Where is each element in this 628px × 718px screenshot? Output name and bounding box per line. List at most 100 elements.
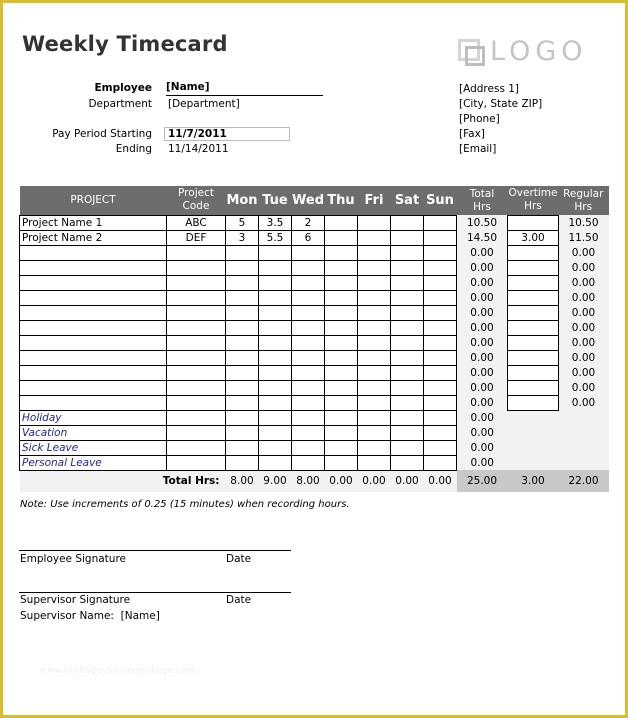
- project-code-cell[interactable]: DEF: [166, 229, 226, 246]
- day-hours-cell[interactable]: [291, 379, 325, 396]
- day-hours-cell[interactable]: [357, 334, 391, 351]
- day-hours-cell[interactable]: [225, 334, 259, 351]
- day-hours-cell[interactable]: [390, 259, 424, 276]
- overtime-hrs-cell[interactable]: [507, 319, 559, 336]
- day-hours-cell[interactable]: [390, 439, 424, 456]
- day-hours-cell[interactable]: [423, 439, 457, 456]
- day-hours-cell[interactable]: [225, 424, 259, 441]
- day-hours-cell[interactable]: [357, 409, 391, 426]
- overtime-hrs-cell[interactable]: 3.00: [507, 229, 559, 246]
- day-hours-cell[interactable]: [324, 244, 358, 261]
- day-hours-cell[interactable]: [357, 349, 391, 366]
- day-hours-cell[interactable]: [291, 424, 325, 441]
- day-hours-cell[interactable]: 2: [291, 214, 325, 231]
- day-hours-cell[interactable]: [225, 349, 259, 366]
- overtime-hrs-cell[interactable]: [507, 364, 559, 381]
- day-hours-cell[interactable]: [225, 274, 259, 291]
- day-hours-cell[interactable]: [225, 289, 259, 306]
- day-hours-cell[interactable]: [291, 394, 325, 411]
- day-hours-cell[interactable]: [291, 259, 325, 276]
- day-hours-cell[interactable]: [324, 454, 358, 471]
- day-hours-cell[interactable]: [390, 319, 424, 336]
- day-hours-cell[interactable]: [225, 244, 259, 261]
- day-hours-cell[interactable]: [258, 319, 292, 336]
- day-hours-cell[interactable]: [357, 289, 391, 306]
- day-hours-cell[interactable]: [324, 274, 358, 291]
- day-hours-cell[interactable]: [324, 229, 358, 246]
- day-hours-cell[interactable]: [357, 259, 391, 276]
- day-hours-cell[interactable]: [423, 304, 457, 321]
- day-hours-cell[interactable]: [258, 424, 292, 441]
- day-hours-cell[interactable]: [324, 259, 358, 276]
- day-hours-cell[interactable]: [390, 244, 424, 261]
- project-code-cell[interactable]: [166, 274, 226, 291]
- project-name-cell[interactable]: [19, 364, 167, 381]
- day-hours-cell[interactable]: [291, 439, 325, 456]
- pay-period-start-field[interactable]: 11/7/2011: [164, 127, 290, 141]
- day-hours-cell[interactable]: [291, 289, 325, 306]
- project-code-cell[interactable]: [166, 424, 226, 441]
- day-hours-cell[interactable]: [423, 379, 457, 396]
- project-code-cell[interactable]: [166, 289, 226, 306]
- day-hours-cell[interactable]: [225, 304, 259, 321]
- overtime-hrs-cell[interactable]: [507, 379, 559, 396]
- day-hours-cell[interactable]: [225, 409, 259, 426]
- project-name-cell[interactable]: [19, 244, 167, 261]
- day-hours-cell[interactable]: [390, 229, 424, 246]
- day-hours-cell[interactable]: [258, 289, 292, 306]
- day-hours-cell[interactable]: [258, 259, 292, 276]
- overtime-hrs-cell[interactable]: [507, 394, 559, 411]
- overtime-hrs-cell[interactable]: [507, 259, 559, 276]
- day-hours-cell[interactable]: [357, 274, 391, 291]
- day-hours-cell[interactable]: [357, 439, 391, 456]
- day-hours-cell[interactable]: [225, 259, 259, 276]
- project-name-cell[interactable]: [19, 394, 167, 411]
- day-hours-cell[interactable]: [390, 409, 424, 426]
- day-hours-cell[interactable]: [423, 394, 457, 411]
- department-field[interactable]: [Department]: [168, 98, 240, 110]
- project-name-cell[interactable]: [19, 379, 167, 396]
- day-hours-cell[interactable]: [357, 304, 391, 321]
- day-hours-cell[interactable]: 3.5: [258, 214, 292, 231]
- project-name-cell[interactable]: [19, 319, 167, 336]
- project-code-cell[interactable]: [166, 349, 226, 366]
- day-hours-cell[interactable]: [324, 364, 358, 381]
- day-hours-cell[interactable]: 6: [291, 229, 325, 246]
- project-code-cell[interactable]: [166, 394, 226, 411]
- day-hours-cell[interactable]: [258, 364, 292, 381]
- employee-name-field[interactable]: [Name]: [166, 81, 323, 96]
- day-hours-cell[interactable]: [390, 214, 424, 231]
- day-hours-cell[interactable]: [423, 424, 457, 441]
- day-hours-cell[interactable]: [390, 454, 424, 471]
- day-hours-cell[interactable]: [291, 334, 325, 351]
- day-hours-cell[interactable]: [258, 409, 292, 426]
- day-hours-cell[interactable]: [324, 319, 358, 336]
- day-hours-cell[interactable]: [258, 304, 292, 321]
- project-name-cell[interactable]: [19, 259, 167, 276]
- day-hours-cell[interactable]: [423, 229, 457, 246]
- day-hours-cell[interactable]: [291, 319, 325, 336]
- day-hours-cell[interactable]: [258, 274, 292, 291]
- supervisor-name-field[interactable]: [Name]: [121, 610, 160, 622]
- overtime-hrs-cell[interactable]: [507, 334, 559, 351]
- day-hours-cell[interactable]: [423, 319, 457, 336]
- day-hours-cell[interactable]: [423, 274, 457, 291]
- day-hours-cell[interactable]: [291, 274, 325, 291]
- day-hours-cell[interactable]: [324, 379, 358, 396]
- project-name-cell[interactable]: Project Name 2: [19, 229, 167, 246]
- day-hours-cell[interactable]: [390, 274, 424, 291]
- day-hours-cell[interactable]: [423, 349, 457, 366]
- project-name-cell[interactable]: [19, 289, 167, 306]
- day-hours-cell[interactable]: [324, 349, 358, 366]
- day-hours-cell[interactable]: [390, 304, 424, 321]
- day-hours-cell[interactable]: [423, 214, 457, 231]
- project-name-cell[interactable]: [19, 274, 167, 291]
- day-hours-cell[interactable]: [324, 439, 358, 456]
- day-hours-cell[interactable]: [324, 304, 358, 321]
- day-hours-cell[interactable]: [357, 319, 391, 336]
- day-hours-cell[interactable]: [357, 214, 391, 231]
- email[interactable]: [Email]: [459, 143, 496, 155]
- day-hours-cell[interactable]: [324, 289, 358, 306]
- day-hours-cell[interactable]: [357, 379, 391, 396]
- day-hours-cell[interactable]: 5: [225, 214, 259, 231]
